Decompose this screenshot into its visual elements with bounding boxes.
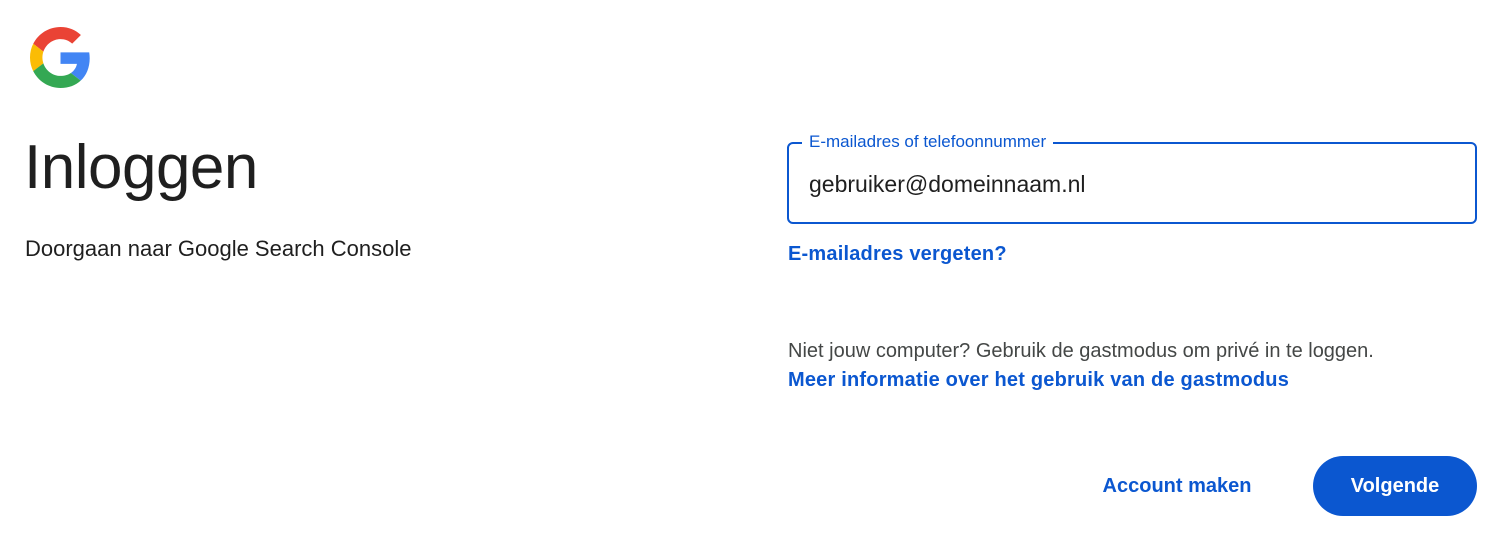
- google-logo: [30, 27, 91, 88]
- email-field-label: E-mailadres of telefoonnummer: [802, 132, 1054, 152]
- page-subtitle: Doorgaan naar Google Search Console: [25, 236, 412, 261]
- sign-in-page: Inloggen Doorgaan naar Google Search Con…: [0, 0, 1509, 543]
- guest-mode-info-link[interactable]: Meer informatie over het gebruik van de …: [788, 366, 1289, 394]
- page-title: Inloggen: [24, 133, 258, 202]
- google-g-icon: [30, 27, 90, 88]
- forgot-email-link[interactable]: E-mailadres vergeten?: [788, 240, 1007, 268]
- email-field-container[interactable]: E-mailadres of telefoonnummer: [787, 132, 1477, 224]
- create-account-button[interactable]: Account maken: [1080, 456, 1274, 516]
- guest-mode-text: Niet jouw computer? Gebruik de gastmodus…: [788, 340, 1374, 362]
- next-button[interactable]: Volgende: [1313, 456, 1477, 516]
- email-field[interactable]: [809, 164, 1449, 204]
